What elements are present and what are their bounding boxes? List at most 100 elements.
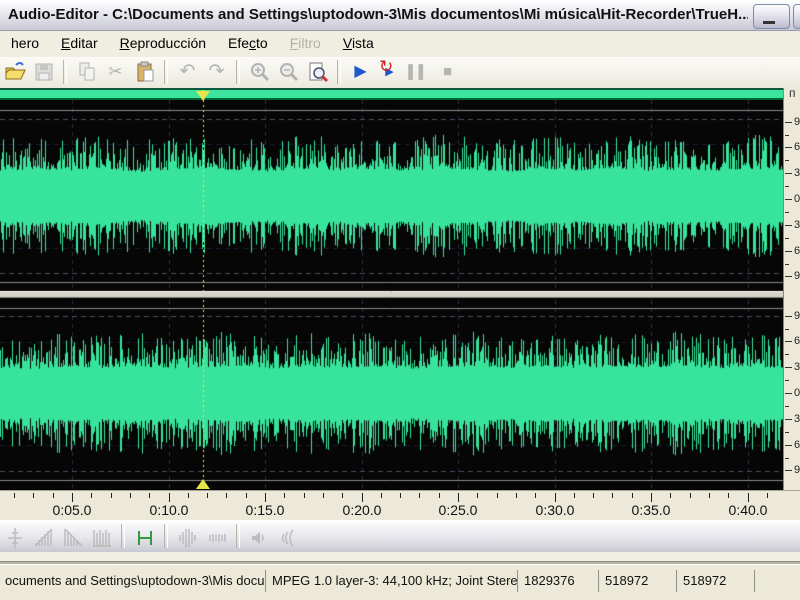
time-label: 0:30.0 — [535, 502, 575, 518]
amplitude-tick-label: 9 — [794, 464, 800, 476]
cursor-marker-bottom[interactable] — [196, 479, 210, 489]
statusbar-divider — [0, 561, 800, 565]
undo-button[interactable]: ↶ — [173, 58, 202, 86]
fade-out-button[interactable] — [58, 524, 87, 552]
time-major-tick — [458, 493, 459, 502]
amplitude-tick — [785, 122, 792, 123]
amplitude-tick-label: 0 — [794, 387, 800, 399]
menu-item-vista[interactable]: Vista — [332, 31, 385, 57]
menu-item-efecto[interactable]: Efecto — [217, 31, 279, 57]
menu-item-reproduccin[interactable]: Reproducción — [109, 31, 217, 57]
amplitude-tick-label: 3 — [794, 167, 800, 179]
play-icon: ▶ — [354, 63, 367, 80]
menu-bar: hero Editar Reproducción Efecto Filtro Vista — [0, 31, 800, 57]
zoom-in-button[interactable] — [245, 58, 274, 86]
amplitude-tick — [785, 367, 792, 368]
time-major-tick — [169, 493, 170, 502]
time-ruler[interactable]: 0:05.0 0:10.0 0:15.0 0:20.0 0:25.0 0:30.0 0:35… — [0, 490, 800, 520]
selection-button[interactable] — [130, 524, 159, 552]
time-minor-tick — [33, 493, 34, 498]
wave-trim-button[interactable] — [202, 524, 231, 552]
amplitude-tick — [785, 199, 792, 200]
time-minor-tick — [419, 493, 420, 498]
time-major-tick — [362, 493, 363, 502]
speaker-button[interactable] — [245, 524, 274, 552]
time-minor-tick — [53, 493, 54, 498]
status-panel-selection-samples: 518972 — [678, 570, 756, 592]
time-major-tick — [748, 493, 749, 502]
audio-editor-window: Audio-Editor - C:\Documents and Settings… — [0, 0, 800, 600]
stop-icon: ■ — [442, 63, 453, 80]
amplitude-tick-label: 6 — [794, 335, 800, 347]
time-label: 0:25.0 — [438, 502, 478, 518]
overview-bar[interactable] — [0, 88, 783, 100]
redo-button[interactable]: ↷ — [202, 58, 231, 86]
time-minor-tick — [14, 493, 15, 498]
maximize-button[interactable] — [793, 4, 800, 29]
zoom-selection-button[interactable] — [303, 58, 332, 86]
play-loop-icon: ▶ ↻ — [379, 57, 394, 78]
amplitude-tick-label: 9 — [794, 116, 800, 128]
time-minor-tick — [304, 493, 305, 498]
amplitude-tick — [785, 173, 792, 174]
lower-strip — [0, 552, 800, 561]
main-toolbar: ✂ ↶ ↷ ▶ ▶ ↻ ▌▌ ■ — [0, 57, 800, 89]
zoom-out-icon — [277, 63, 301, 88]
time-minor-tick — [439, 493, 440, 498]
play-button[interactable]: ▶ — [346, 58, 375, 86]
amplitude-tick — [785, 276, 792, 277]
waveform-display[interactable] — [0, 100, 783, 490]
open-file-button[interactable] — [0, 58, 29, 86]
tools-toolbar — [0, 520, 800, 553]
minimize-button[interactable] — [753, 4, 790, 29]
cut-button[interactable]: ✂ — [101, 58, 130, 86]
copy-button[interactable] — [72, 58, 101, 86]
save-file-icon — [32, 63, 56, 88]
time-minor-tick — [91, 493, 92, 498]
save-file-button[interactable] — [29, 58, 58, 86]
cursor-marker-top[interactable] — [196, 91, 210, 101]
amplitude-tick — [785, 445, 792, 446]
time-major-tick — [555, 493, 556, 502]
time-label: 0:15.0 — [245, 502, 285, 518]
open-file-icon — [3, 62, 27, 88]
amplitude-tick-label: 6 — [794, 439, 800, 451]
status-panel-format-info: MPEG 1.0 layer-3: 44,100 kHz; Joint Ster… — [267, 570, 519, 592]
time-minor-tick — [111, 493, 112, 498]
menu-item-editar[interactable]: Editar — [50, 31, 109, 57]
amplitude-tick — [785, 251, 792, 252]
pause-button[interactable]: ▌▌ — [404, 58, 433, 86]
time-minor-tick — [400, 493, 401, 498]
paste-button[interactable] — [130, 58, 159, 86]
amplitude-minor-tick — [785, 212, 789, 213]
redo-icon: ↷ — [208, 61, 225, 82]
amplitude-minor-tick — [785, 238, 789, 239]
time-minor-tick — [767, 493, 768, 498]
amplify-button[interactable] — [87, 524, 116, 552]
loudness-button[interactable] — [274, 524, 303, 552]
title-bar[interactable]: Audio-Editor - C:\Documents and Settings… — [0, 0, 800, 31]
amplitude-tick-label: 6 — [794, 141, 800, 153]
amplitude-tick — [785, 316, 792, 317]
time-minor-tick — [381, 493, 382, 498]
marker-tool-button[interactable] — [0, 524, 29, 552]
time-minor-tick — [207, 493, 208, 498]
menu-item-hero[interactable]: hero — [0, 31, 50, 57]
status-panel-position-samples: 518972 — [600, 570, 678, 592]
amplitude-tick — [785, 341, 792, 342]
time-minor-tick — [516, 493, 517, 498]
menu-item-filtro[interactable]: Filtro — [279, 31, 332, 57]
zoom-out-button[interactable] — [274, 58, 303, 86]
amplitude-tick — [785, 393, 792, 394]
stop-button[interactable]: ■ — [433, 58, 462, 86]
tools-separator — [164, 524, 168, 548]
window-title: Audio-Editor - C:\Documents and Settings… — [8, 6, 748, 23]
amplitude-minor-tick — [785, 354, 789, 355]
wave-insert-button[interactable] — [173, 524, 202, 552]
time-minor-tick — [342, 493, 343, 498]
fade-in-button[interactable] — [29, 524, 58, 552]
time-label: 0:40.0 — [728, 502, 768, 518]
time-minor-tick — [535, 493, 536, 498]
time-minor-tick — [670, 493, 671, 498]
play-loop-button[interactable]: ▶ ↻ — [375, 57, 404, 86]
